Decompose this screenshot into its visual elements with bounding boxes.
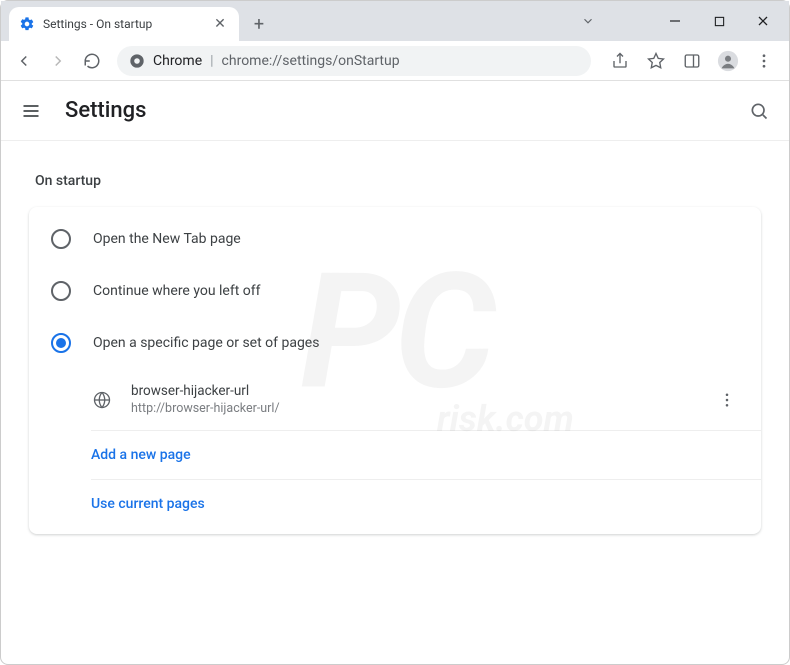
section-heading: On startup bbox=[35, 173, 761, 189]
profile-avatar-icon[interactable] bbox=[711, 46, 745, 76]
url-separator: | bbox=[210, 53, 213, 69]
overflow-menu-icon[interactable] bbox=[747, 46, 781, 76]
new-tab-button[interactable]: + bbox=[245, 10, 273, 38]
radio-icon-selected bbox=[51, 333, 71, 353]
url-scheme-label: Chrome bbox=[153, 53, 202, 69]
add-page-link[interactable]: Add a new page bbox=[91, 431, 761, 480]
bookmark-star-icon[interactable] bbox=[639, 46, 673, 76]
radio-icon bbox=[51, 229, 71, 249]
radio-option-continue[interactable]: Continue where you left off bbox=[29, 265, 761, 317]
window-controls bbox=[653, 1, 785, 41]
close-window-button[interactable] bbox=[741, 6, 785, 36]
close-tab-icon[interactable]: ✕ bbox=[211, 16, 229, 32]
page-entry-name: browser-hijacker-url bbox=[131, 383, 697, 399]
toolbar-actions bbox=[603, 46, 781, 76]
use-current-pages-link[interactable]: Use current pages bbox=[91, 480, 761, 528]
chrome-icon bbox=[129, 53, 145, 69]
chevron-down-icon[interactable] bbox=[573, 11, 603, 31]
settings-content: On startup Open the New Tab page Continu… bbox=[1, 141, 789, 558]
url-path: chrome://settings/onStartup bbox=[222, 53, 400, 69]
window-titlebar: Settings - On startup ✕ + bbox=[1, 1, 789, 41]
radio-label: Continue where you left off bbox=[93, 283, 261, 299]
radio-label: Open a specific page or set of pages bbox=[93, 335, 319, 351]
maximize-button[interactable] bbox=[697, 6, 741, 36]
gear-icon bbox=[19, 16, 35, 32]
page-entry-menu-icon[interactable] bbox=[715, 388, 739, 412]
browser-toolbar: Chrome | chrome://settings/onStartup bbox=[1, 41, 789, 81]
browser-tab[interactable]: Settings - On startup ✕ bbox=[9, 7, 239, 41]
menu-icon[interactable] bbox=[19, 99, 43, 123]
settings-header: Settings bbox=[1, 81, 789, 141]
share-icon[interactable] bbox=[603, 46, 637, 76]
radio-icon bbox=[51, 281, 71, 301]
back-button[interactable] bbox=[9, 46, 39, 76]
globe-icon bbox=[91, 389, 113, 411]
reload-button[interactable] bbox=[77, 46, 107, 76]
startup-card: Open the New Tab page Continue where you… bbox=[29, 207, 761, 534]
tab-title: Settings - On startup bbox=[43, 17, 203, 31]
startup-page-entry: browser-hijacker-url http://browser-hija… bbox=[91, 369, 761, 431]
side-panel-icon[interactable] bbox=[675, 46, 709, 76]
address-bar[interactable]: Chrome | chrome://settings/onStartup bbox=[117, 46, 591, 76]
search-icon[interactable] bbox=[747, 99, 771, 123]
radio-option-specific-pages[interactable]: Open a specific page or set of pages bbox=[29, 317, 761, 369]
radio-option-new-tab[interactable]: Open the New Tab page bbox=[29, 213, 761, 265]
minimize-button[interactable] bbox=[653, 6, 697, 36]
forward-button[interactable] bbox=[43, 46, 73, 76]
page-entry-url: http://browser-hijacker-url/ bbox=[131, 401, 697, 416]
page-entry-texts: browser-hijacker-url http://browser-hija… bbox=[131, 383, 697, 416]
page-title: Settings bbox=[65, 98, 146, 123]
radio-label: Open the New Tab page bbox=[93, 231, 241, 247]
startup-pages-list: browser-hijacker-url http://browser-hija… bbox=[29, 369, 761, 528]
